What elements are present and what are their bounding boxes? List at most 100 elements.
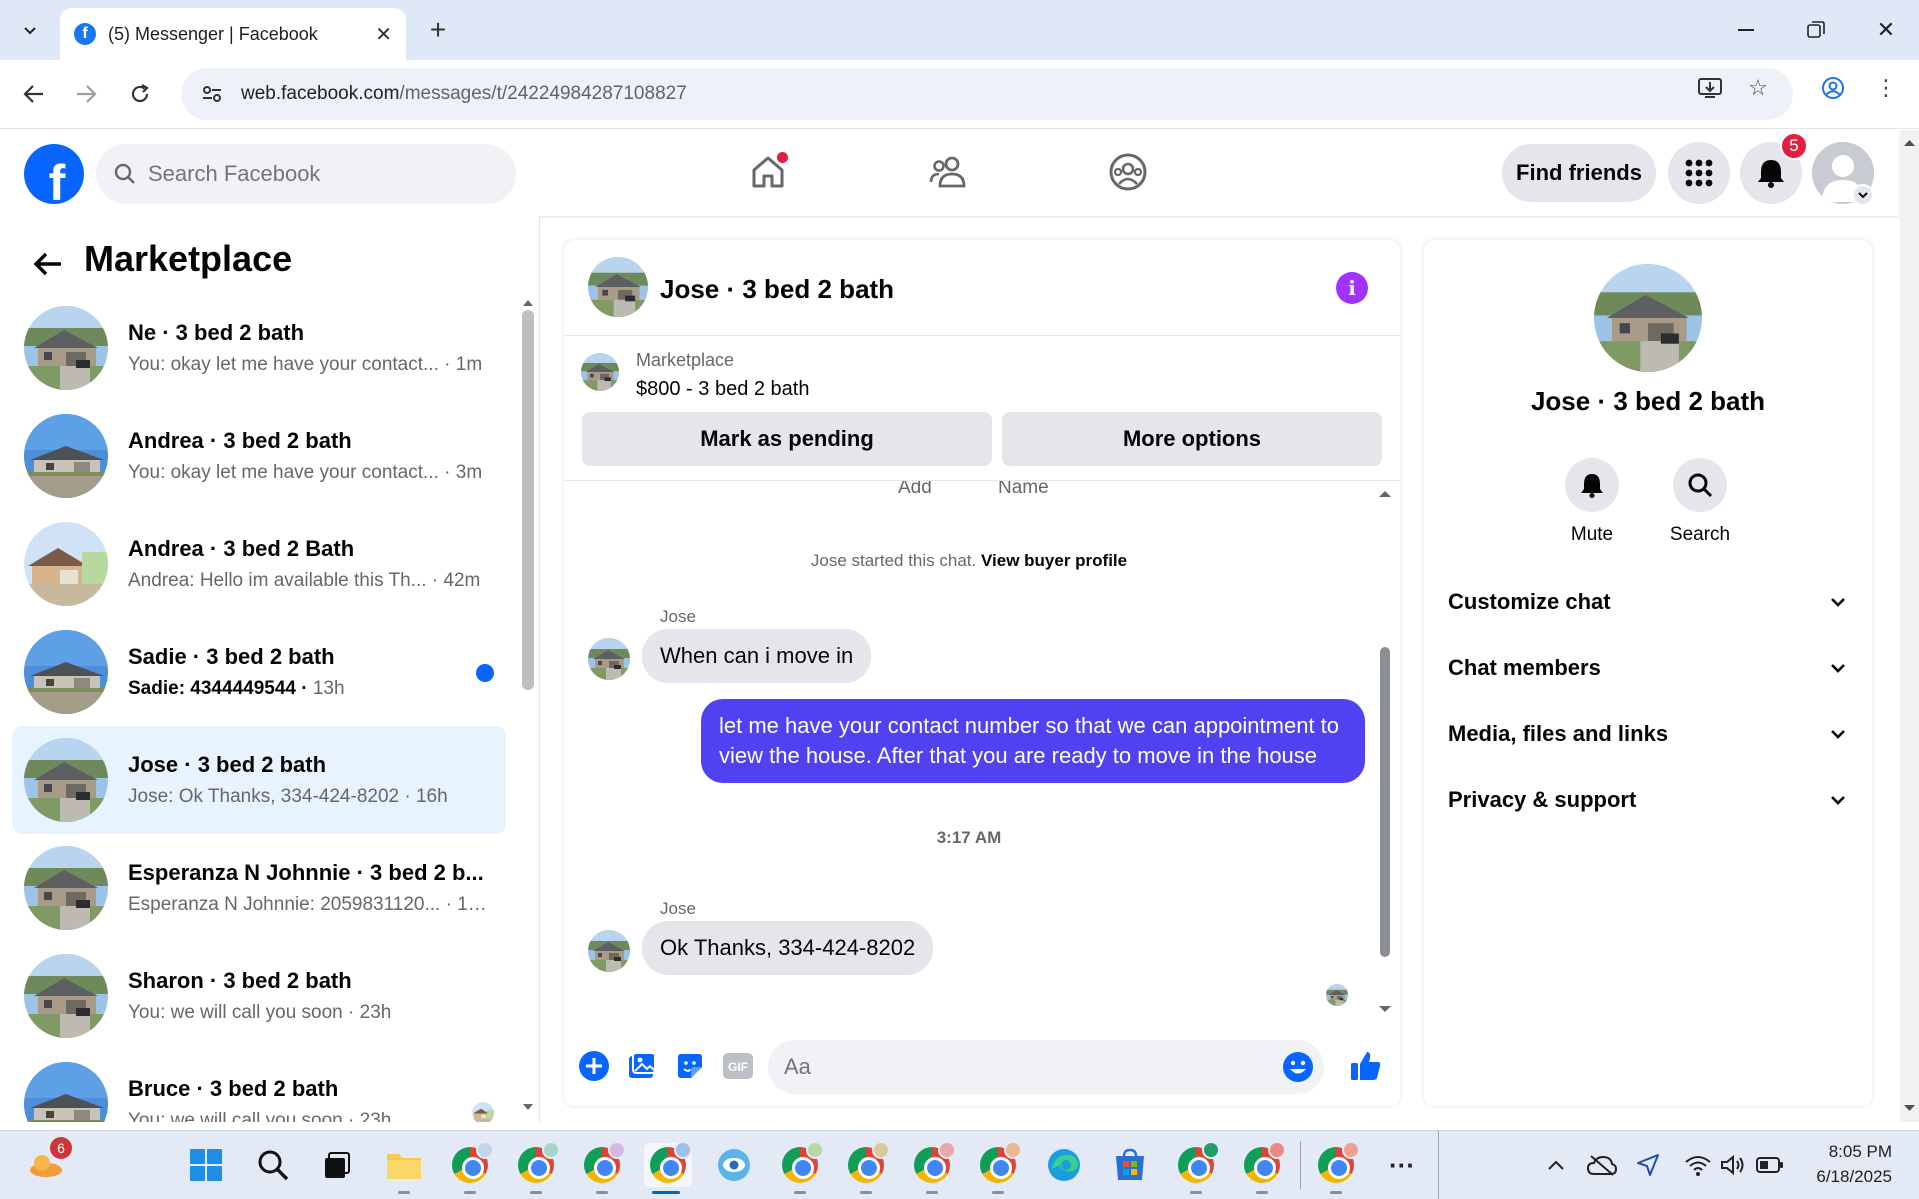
incoming-message-bubble[interactable]: Ok Thanks, 334-424-8202 bbox=[642, 921, 934, 975]
mark-as-pending-button[interactable]: Mark as pending bbox=[582, 412, 992, 466]
chrome-active-window-icon[interactable] bbox=[644, 1141, 692, 1194]
chat-list-item[interactable]: Sadie · 3 bed 2 bath Sadie: 4344449544 · … bbox=[12, 618, 506, 726]
start-windows-icon[interactable] bbox=[184, 1143, 228, 1187]
account-chevron-down-icon[interactable] bbox=[1852, 184, 1874, 206]
facebook-logo-icon[interactable]: f bbox=[24, 144, 84, 204]
contact-name[interactable]: Jose · 3 bed 2 bath bbox=[1424, 386, 1872, 417]
message-scroll-thumb[interactable] bbox=[1380, 647, 1390, 957]
chat-list-item[interactable]: Sharon · 3 bed 2 bath You: we will call y… bbox=[12, 942, 506, 1050]
browser-tab-messenger[interactable]: f (5) Messenger | Facebook ✕ bbox=[60, 8, 406, 60]
chat-list-item[interactable]: Andrea · 3 bed 2 Bath Andrea: Hello im av… bbox=[12, 510, 506, 618]
close-window-icon[interactable]: ✕ bbox=[1862, 10, 1910, 50]
clock-date[interactable]: 6/18/2025 bbox=[1786, 1167, 1892, 1187]
more-options-button[interactable]: More options bbox=[1002, 412, 1382, 466]
chat-list-item[interactable]: Ne · 3 bed 2 bath You: okay let me have y… bbox=[12, 294, 506, 402]
chat-list-scroll-thumb[interactable] bbox=[522, 310, 534, 690]
chat-list-item[interactable]: Andrea · 3 bed 2 bath You: okay let me ha… bbox=[12, 402, 506, 510]
facebook-search-input[interactable] bbox=[148, 161, 478, 187]
browser-menu-icon[interactable]: ⋮ bbox=[1866, 68, 1906, 108]
restore-window-icon[interactable] bbox=[1792, 10, 1840, 50]
eye-app-icon[interactable] bbox=[712, 1143, 756, 1187]
bookmark-star-icon[interactable]: ☆ bbox=[1738, 68, 1778, 108]
show-hidden-icons-chevron-up-icon[interactable] bbox=[1534, 1143, 1578, 1187]
install-app-icon[interactable] bbox=[1690, 68, 1730, 108]
url-omnibox[interactable]: web.facebook.com/messages/t/242249842871… bbox=[181, 68, 1793, 120]
outgoing-message-bubble[interactable]: let me have your contact number so that … bbox=[701, 699, 1365, 783]
incoming-message-bubble[interactable]: When can i move in bbox=[642, 629, 872, 683]
chrome-profile-6-icon[interactable] bbox=[910, 1141, 956, 1194]
location-arrow-icon[interactable] bbox=[1626, 1143, 1670, 1187]
nav-groups-icon[interactable] bbox=[1098, 142, 1158, 202]
section-label: Media, files and links bbox=[1448, 721, 1669, 746]
thumbs-up-like-icon[interactable] bbox=[1346, 1046, 1386, 1086]
chevron-down-icon bbox=[1831, 664, 1845, 673]
microsoft-store-icon[interactable] bbox=[1108, 1143, 1152, 1187]
minimize-icon[interactable] bbox=[1722, 10, 1770, 50]
conversation-title[interactable]: Jose · 3 bed 2 bath bbox=[660, 274, 894, 305]
close-tab-icon[interactable]: ✕ bbox=[375, 22, 392, 47]
contact-avatar[interactable] bbox=[1594, 264, 1702, 372]
chrome-profile-3-icon[interactable] bbox=[580, 1141, 626, 1194]
page-scrollbar[interactable] bbox=[1900, 130, 1919, 1122]
gif-icon[interactable]: GIF bbox=[718, 1046, 758, 1086]
listing-thumbnail[interactable] bbox=[581, 353, 619, 391]
find-friends-button[interactable]: Find friends bbox=[1502, 144, 1656, 202]
nav-home-icon[interactable] bbox=[738, 142, 798, 202]
chat-list-scrollbar[interactable] bbox=[522, 296, 534, 1116]
tab-search-chevron-icon[interactable] bbox=[10, 10, 50, 50]
chat-list-item[interactable]: Jose · 3 bed 2 bath Jose: Ok Thanks, 334-… bbox=[12, 726, 506, 834]
profile-icon[interactable] bbox=[1813, 68, 1853, 108]
edge-browser-icon[interactable] bbox=[1042, 1143, 1086, 1187]
new-tab-plus-icon[interactable]: + bbox=[420, 12, 456, 48]
emoji-icon[interactable] bbox=[1282, 1051, 1314, 1083]
chrome-profile-10-icon[interactable] bbox=[1314, 1141, 1360, 1194]
mute-button[interactable]: Mute bbox=[1552, 458, 1632, 546]
reload-icon[interactable] bbox=[120, 74, 160, 114]
notifications-bell-icon[interactable]: 5 bbox=[1740, 132, 1808, 204]
message-input[interactable] bbox=[784, 1052, 1264, 1082]
back-arrow-icon[interactable] bbox=[14, 74, 54, 114]
customize-chat-row[interactable]: Customize chat bbox=[1436, 572, 1860, 632]
conversation-info-icon[interactable]: i bbox=[1336, 272, 1368, 304]
listing-title[interactable]: $800 - 3 bed 2 bath bbox=[636, 378, 809, 401]
search-icon[interactable] bbox=[1673, 458, 1727, 512]
clock-time[interactable]: 8:05 PM bbox=[1786, 1142, 1892, 1162]
chrome-profile-4-icon[interactable] bbox=[778, 1141, 824, 1194]
chrome-profile-7-icon[interactable] bbox=[976, 1141, 1022, 1194]
nav-friends-icon[interactable] bbox=[918, 142, 978, 202]
chrome-profile-8-icon[interactable] bbox=[1174, 1141, 1220, 1194]
attach-photo-icon[interactable] bbox=[622, 1046, 662, 1086]
file-explorer-icon[interactable] bbox=[382, 1143, 426, 1194]
chat-list-item[interactable]: Bruce · 3 bed 2 bath You: we will call yo… bbox=[12, 1050, 506, 1122]
svg-text:GIF: GIF bbox=[728, 1060, 748, 1074]
sender-avatar[interactable] bbox=[588, 930, 630, 972]
media-files-links-row[interactable]: Media, files and links bbox=[1436, 704, 1860, 764]
sticker-icon[interactable] bbox=[670, 1046, 710, 1086]
chat-list-item[interactable]: Esperanza N Johnnie · 3 bed 2 b... Espera… bbox=[12, 834, 506, 942]
taskbar-search-icon[interactable] bbox=[251, 1143, 295, 1187]
chat-members-row[interactable]: Chat members bbox=[1436, 638, 1860, 698]
forward-arrow-icon[interactable] bbox=[66, 74, 106, 114]
search-in-conversation-button[interactable]: Search bbox=[1660, 458, 1740, 546]
menu-grid-icon[interactable] bbox=[1668, 142, 1730, 204]
mute-bell-icon[interactable] bbox=[1565, 458, 1619, 512]
site-settings-icon[interactable] bbox=[199, 81, 225, 107]
chat-preview-separator: · bbox=[295, 678, 313, 699]
chrome-profile-1-icon[interactable] bbox=[448, 1141, 494, 1194]
facebook-search[interactable] bbox=[96, 144, 516, 204]
chrome-profile-5-icon[interactable] bbox=[844, 1141, 890, 1194]
conversation-avatar[interactable] bbox=[588, 257, 648, 317]
sender-avatar[interactable] bbox=[588, 638, 630, 680]
chrome-profile-2-icon[interactable] bbox=[514, 1141, 560, 1194]
more-apps-ellipsis-icon[interactable]: ··· bbox=[1380, 1143, 1424, 1187]
onedrive-offline-icon[interactable] bbox=[1580, 1143, 1624, 1187]
message-scrollbar[interactable] bbox=[1377, 481, 1393, 1026]
back-arrow-icon[interactable] bbox=[28, 244, 68, 284]
weather-widget-icon[interactable]: 6 bbox=[24, 1137, 72, 1187]
more-actions-plus-icon[interactable] bbox=[574, 1046, 614, 1086]
task-view-icon[interactable] bbox=[314, 1143, 358, 1187]
message-input-box[interactable] bbox=[768, 1040, 1324, 1094]
view-buyer-profile-link[interactable]: View buyer profile bbox=[981, 551, 1127, 570]
chrome-profile-9-icon[interactable] bbox=[1240, 1141, 1286, 1194]
privacy-support-row[interactable]: Privacy & support bbox=[1436, 770, 1860, 830]
